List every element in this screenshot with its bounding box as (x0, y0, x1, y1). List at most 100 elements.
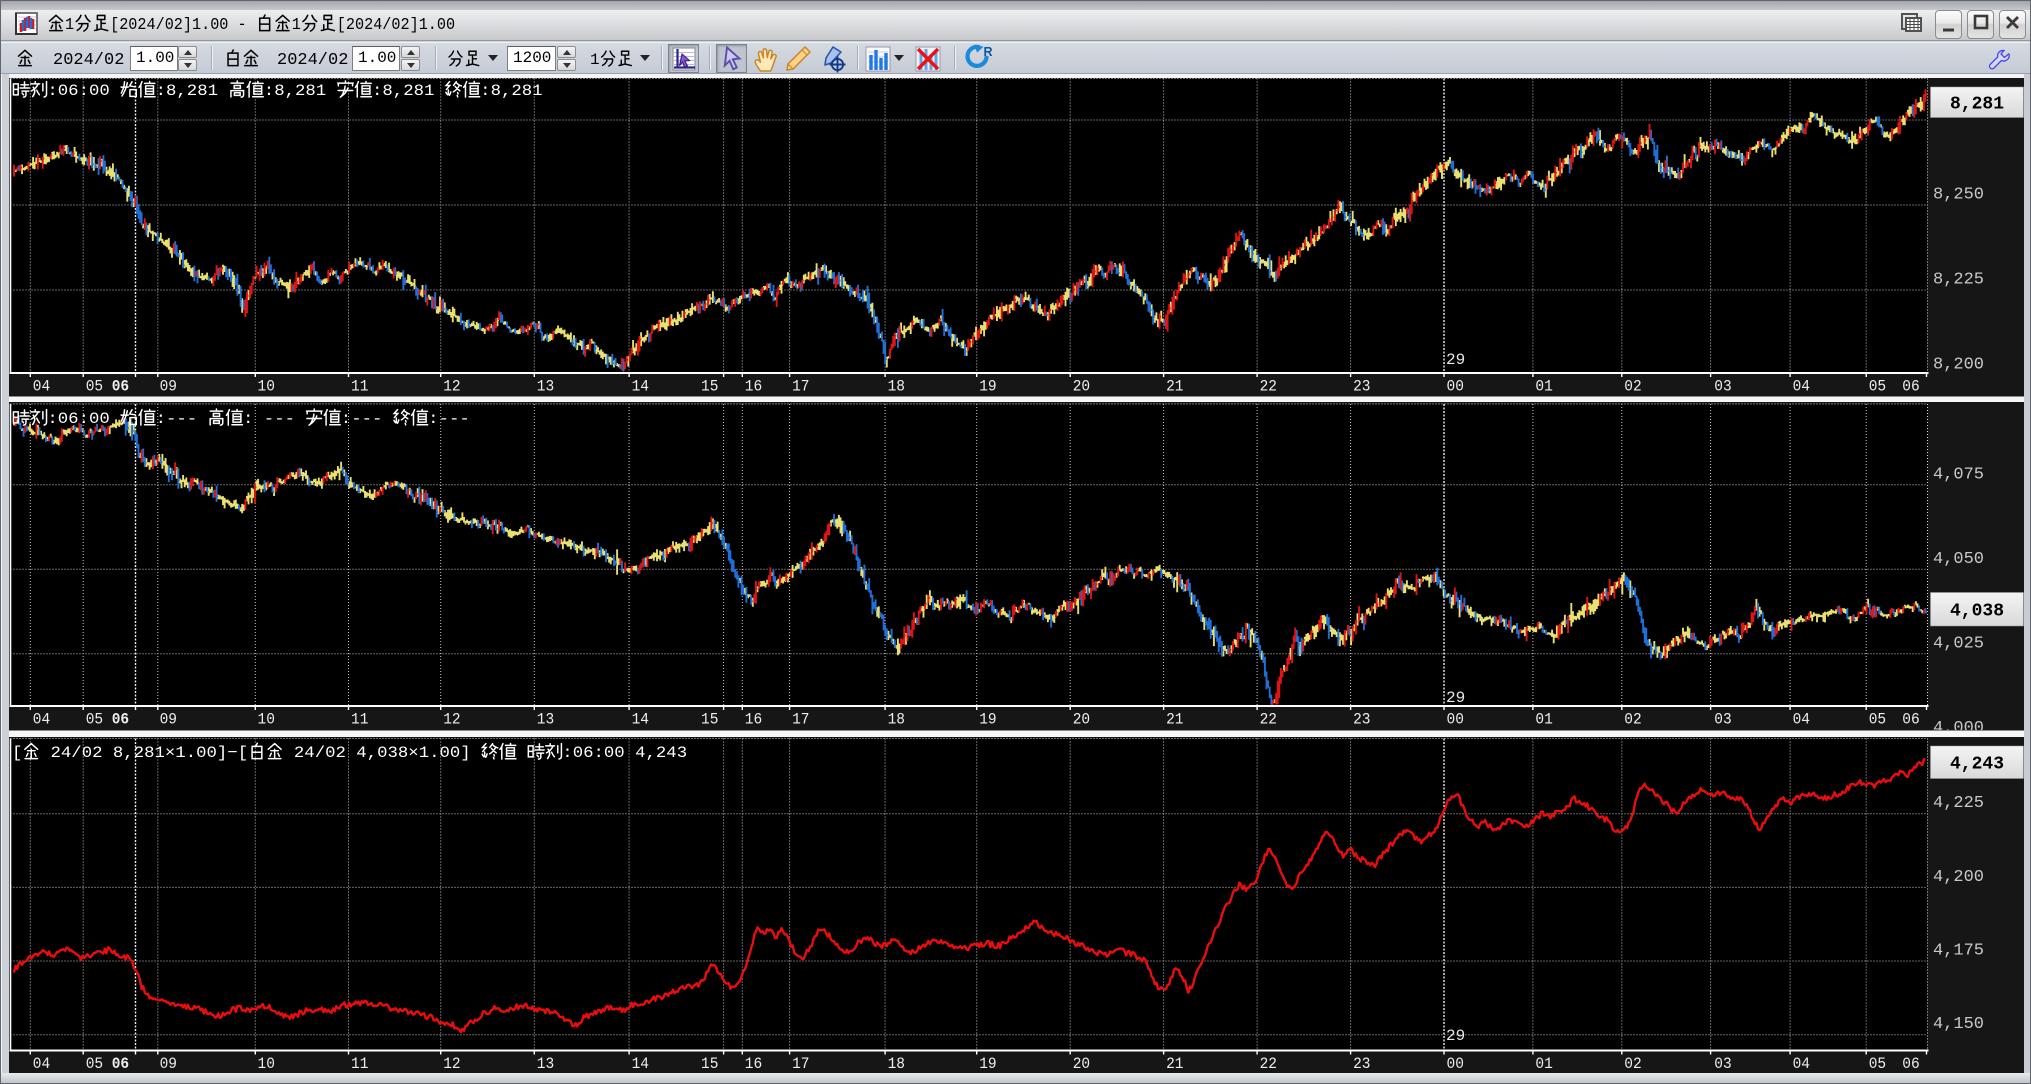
svg-text:06: 06 (1902, 711, 1919, 729)
svg-text:1: 1 (590, 51, 600, 69)
svg-text::---: :--- (428, 410, 470, 428)
svg-text:4,050: 4,050 (1933, 550, 1984, 569)
svg-text:02: 02 (1624, 1055, 1641, 1073)
svg-text:15: 15 (701, 378, 718, 396)
svg-text:04: 04 (33, 1055, 50, 1073)
svg-text:16: 16 (745, 711, 762, 729)
svg-text:04: 04 (1793, 1055, 1810, 1073)
svg-text:10: 10 (258, 711, 275, 729)
svg-text::8,281: :8,281 (480, 82, 542, 100)
svg-text:17: 17 (792, 378, 809, 396)
svg-text:05: 05 (86, 378, 103, 396)
svg-text:06: 06 (112, 1055, 129, 1073)
svg-text:03: 03 (1714, 378, 1731, 396)
svg-text:21: 21 (1166, 378, 1183, 396)
svg-text:14: 14 (632, 378, 649, 396)
svg-text:8,250: 8,250 (1933, 186, 1984, 205)
svg-text:06: 06 (1902, 1055, 1919, 1073)
svg-text::8,281: :8,281 (264, 82, 337, 100)
svg-text:00: 00 (1447, 378, 1464, 396)
svg-text:04: 04 (33, 378, 50, 396)
svg-text:15: 15 (701, 711, 718, 729)
svg-text:02: 02 (1624, 378, 1641, 396)
svg-text:29: 29 (1446, 689, 1465, 707)
svg-text:8,281: 8,281 (1950, 95, 2004, 115)
svg-text:4,225: 4,225 (1933, 794, 1984, 813)
svg-text:8,225: 8,225 (1933, 271, 1984, 290)
svg-text:18: 18 (888, 1055, 905, 1073)
svg-text:06: 06 (112, 378, 129, 396)
svg-text:14: 14 (632, 1055, 649, 1073)
svg-text:09: 09 (160, 711, 177, 729)
svg-text:: ---: : --- (243, 410, 305, 428)
svg-text:24/02 8,281×1.00]−[: 24/02 8,281×1.00]−[ (40, 744, 248, 762)
svg-text:19: 19 (979, 1055, 996, 1073)
svg-text:14: 14 (632, 711, 649, 729)
svg-text:22: 22 (1260, 378, 1277, 396)
svg-text::06:00: :06:00 (47, 82, 120, 100)
svg-text::8,281: :8,281 (156, 82, 229, 100)
svg-text:18: 18 (888, 711, 905, 729)
svg-text:11: 11 (351, 711, 368, 729)
svg-text:13: 13 (537, 378, 554, 396)
svg-text::---: :--- (156, 410, 208, 428)
svg-text:15: 15 (701, 1055, 718, 1073)
svg-text:22: 22 (1260, 711, 1277, 729)
svg-text:11: 11 (351, 378, 368, 396)
svg-text:20: 20 (1073, 1055, 1090, 1073)
svg-text:05: 05 (1869, 1055, 1886, 1073)
svg-text:13: 13 (537, 711, 554, 729)
svg-text:05: 05 (1869, 711, 1886, 729)
svg-text:4,243: 4,243 (1950, 755, 2004, 775)
svg-text:04: 04 (1793, 378, 1810, 396)
svg-text:09: 09 (160, 1055, 177, 1073)
svg-text:10: 10 (258, 1055, 275, 1073)
svg-text:22: 22 (1260, 1055, 1277, 1073)
svg-text:12: 12 (443, 378, 460, 396)
svg-text:12: 12 (443, 711, 460, 729)
svg-text:03: 03 (1714, 1055, 1731, 1073)
svg-text:23: 23 (1353, 1055, 1370, 1073)
svg-text:06: 06 (1902, 378, 1919, 396)
svg-text::06:00: :06:00 (47, 410, 120, 428)
svg-text:10: 10 (258, 378, 275, 396)
svg-text:03: 03 (1714, 711, 1731, 729)
svg-text:00: 00 (1447, 1055, 1464, 1073)
svg-text:21: 21 (1166, 1055, 1183, 1073)
svg-text:18: 18 (888, 378, 905, 396)
svg-text:00: 00 (1447, 711, 1464, 729)
svg-text:20: 20 (1073, 711, 1090, 729)
svg-text:4,200: 4,200 (1933, 868, 1984, 887)
svg-text:2024/02: 2024/02 (53, 51, 124, 70)
svg-text:16: 16 (745, 1055, 762, 1073)
svg-text:09: 09 (160, 378, 177, 396)
svg-text:05: 05 (86, 711, 103, 729)
svg-text:24/02 4,038×1.00]: 24/02 4,038×1.00] (284, 744, 482, 762)
svg-text::06:00 4,243: :06:00 4,243 (562, 744, 687, 762)
svg-text:01: 01 (1535, 378, 1552, 396)
svg-text:21: 21 (1166, 711, 1183, 729)
svg-text:12: 12 (443, 1055, 460, 1073)
svg-text:4,025: 4,025 (1933, 634, 1984, 653)
svg-text:29: 29 (1446, 1027, 1465, 1045)
svg-text::---: :--- (341, 410, 393, 428)
svg-text:20: 20 (1073, 378, 1090, 396)
svg-text:04: 04 (33, 711, 50, 729)
svg-text:17: 17 (792, 1055, 809, 1073)
svg-text::8,281: :8,281 (372, 82, 445, 100)
svg-text:4,175: 4,175 (1933, 942, 1984, 961)
svg-text:29: 29 (1446, 351, 1465, 369)
svg-text:8,200: 8,200 (1933, 356, 1984, 375)
svg-text:05: 05 (86, 1055, 103, 1073)
svg-text:23: 23 (1353, 711, 1370, 729)
svg-text:4,150: 4,150 (1933, 1015, 1984, 1034)
svg-text:01: 01 (1535, 711, 1552, 729)
svg-text:13: 13 (537, 1055, 554, 1073)
svg-text:[: [ (12, 744, 22, 762)
svg-text:02: 02 (1624, 711, 1641, 729)
svg-text:05: 05 (1869, 378, 1886, 396)
svg-text:16: 16 (745, 378, 762, 396)
svg-text:17: 17 (792, 711, 809, 729)
svg-text:01: 01 (1535, 1055, 1552, 1073)
svg-text:4,075: 4,075 (1933, 465, 1984, 484)
